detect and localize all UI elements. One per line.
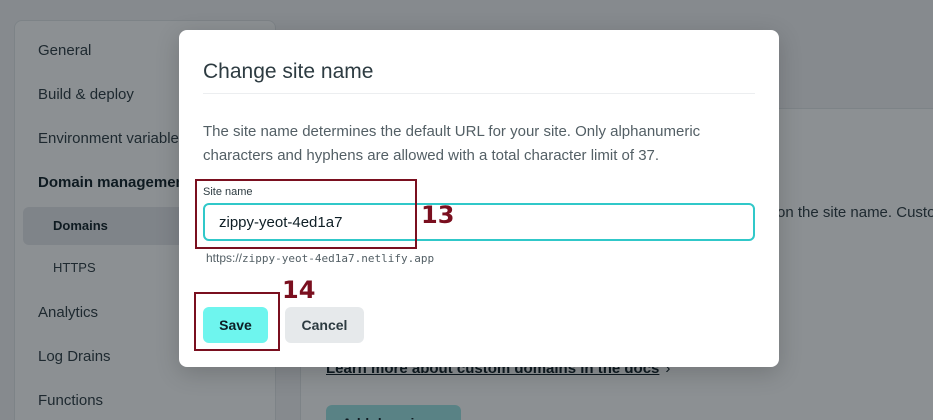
dialog-title: Change site name — [203, 60, 374, 83]
dialog-divider — [203, 93, 755, 94]
site-url-preview: https://zippy-yeot-4ed1a7.netlify.app — [206, 251, 434, 265]
annotation-box-input — [195, 179, 417, 249]
annotation-box-save — [194, 292, 280, 351]
url-prefix: https:// — [206, 251, 243, 265]
annotation-step-14: 14 — [282, 276, 316, 304]
cancel-button[interactable]: Cancel — [285, 307, 364, 343]
dialog-description: The site name determines the default URL… — [203, 123, 701, 164]
url-host: zippy-yeot-4ed1a7.netlify.app — [242, 252, 435, 265]
annotation-step-13: 13 — [421, 201, 455, 229]
